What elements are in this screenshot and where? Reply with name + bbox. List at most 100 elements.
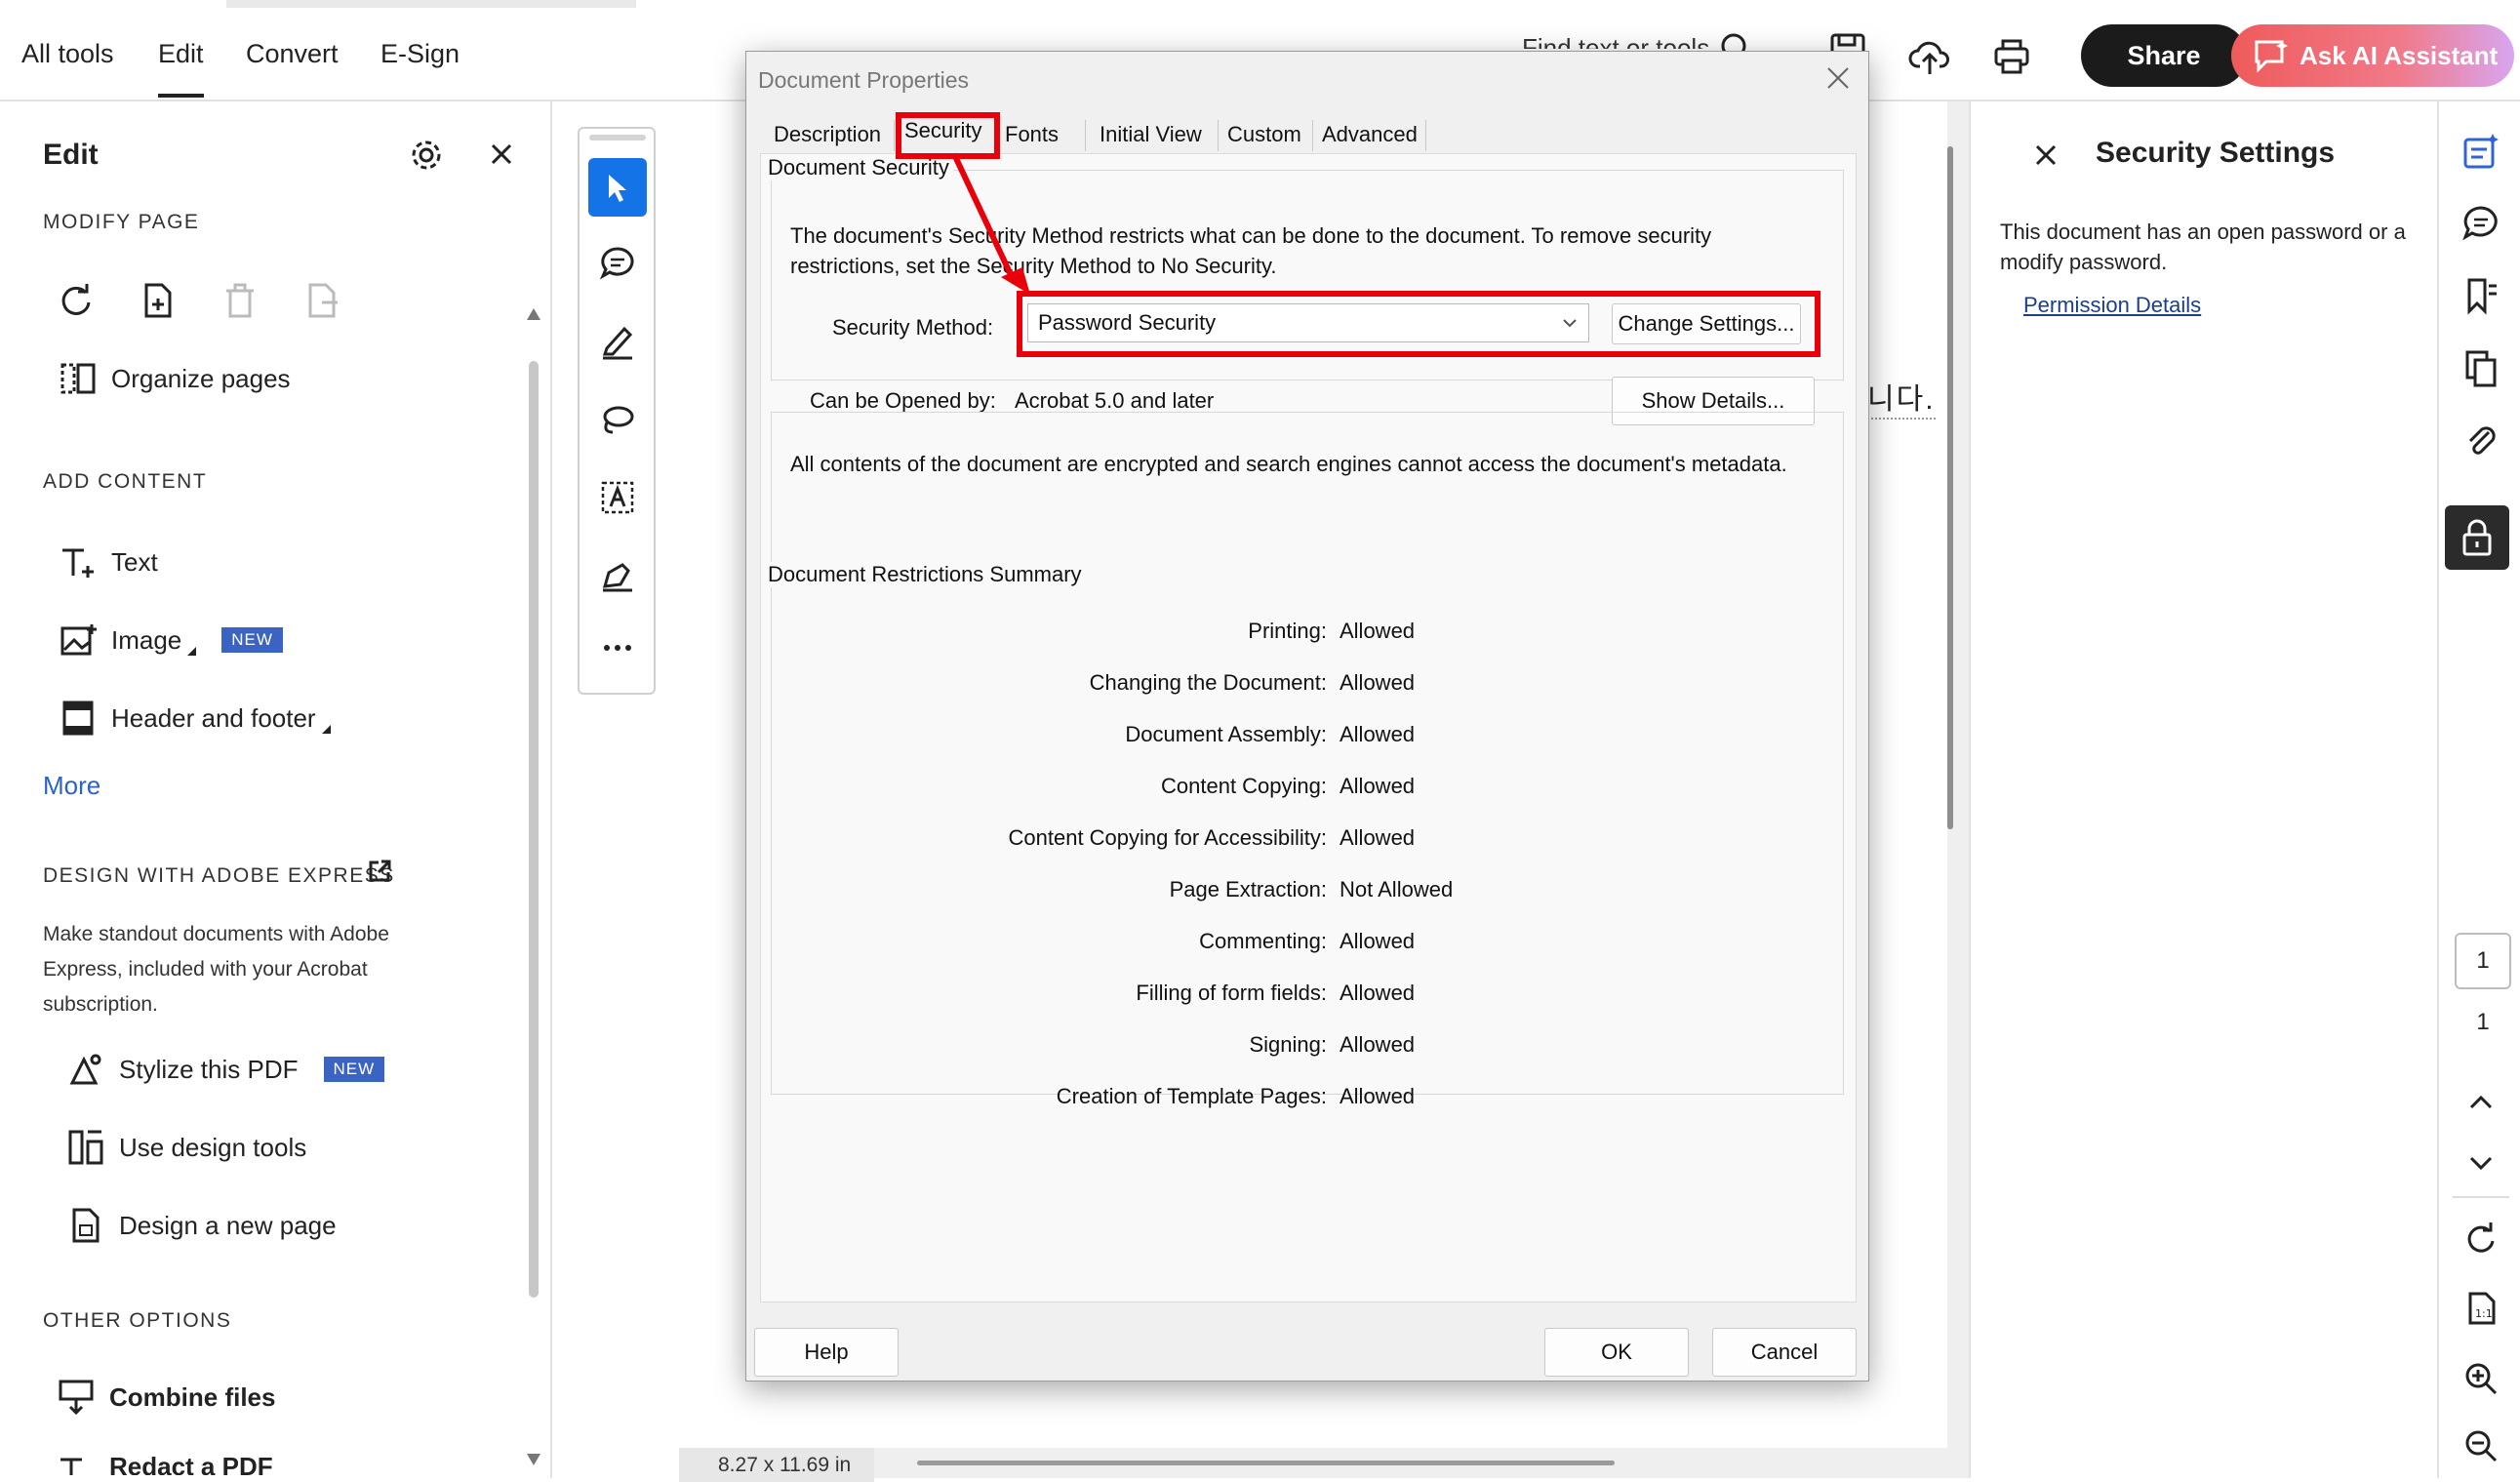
restriction-label: Content Copying for Accessibility:: [1008, 825, 1328, 850]
bookmarks-button[interactable]: [2457, 271, 2505, 320]
restriction-label: Creation of Template Pages:: [1056, 1084, 1327, 1108]
tab-separator: [1312, 120, 1313, 151]
document-text: 니다.: [1867, 375, 1936, 420]
stylize-pdf-item[interactable]: Stylize this PDF NEW: [66, 1050, 385, 1089]
delete-icon[interactable]: [220, 281, 260, 320]
combine-files-label: Combine files: [109, 1382, 276, 1412]
zoom-in-button[interactable]: [2457, 1354, 2505, 1403]
panel-scrollbar[interactable]: [527, 258, 540, 1409]
restriction-value: Allowed: [1340, 825, 1416, 850]
ok-button[interactable]: OK: [1544, 1328, 1689, 1377]
paperclip-icon: [2468, 426, 2496, 455]
add-text-item[interactable]: Text: [59, 542, 158, 581]
close-icon[interactable]: [1823, 63, 1853, 93]
add-image-item[interactable]: Image NEW: [59, 621, 283, 660]
previous-page-button[interactable]: [2457, 1077, 2505, 1126]
share-button[interactable]: Share: [2081, 24, 2247, 87]
submenu-indicator: [321, 724, 331, 734]
draw-tool-button[interactable]: [588, 390, 647, 449]
design-new-page-item[interactable]: Design a new page: [66, 1206, 337, 1245]
help-button[interactable]: Help: [754, 1328, 899, 1377]
print-icon[interactable]: [1990, 35, 2033, 78]
permission-details-link[interactable]: Permission Details: [2023, 293, 2201, 318]
close-icon[interactable]: [488, 140, 515, 168]
document-properties-dialog: Document Properties Description Security…: [745, 51, 1869, 1382]
select-tool-button[interactable]: [588, 158, 647, 217]
header-footer-icon: [59, 699, 98, 738]
redact-pdf-item[interactable]: Redact a PDF: [57, 1452, 273, 1475]
upload-cloud-icon[interactable]: [1908, 35, 1951, 78]
search-icon[interactable]: [1717, 29, 1760, 53]
tab-edit[interactable]: Edit: [158, 39, 204, 98]
tab-separator: [1218, 120, 1219, 151]
zoom-out-button[interactable]: [2457, 1424, 2505, 1467]
new-page-label: Design a new page: [119, 1210, 337, 1240]
stylize-icon: [66, 1050, 105, 1089]
insert-page-icon[interactable]: [139, 281, 178, 320]
restriction-label: Changing the Document:: [1089, 670, 1327, 695]
tab-all-tools[interactable]: All tools: [21, 39, 114, 69]
highlight-tool-button[interactable]: [588, 312, 647, 371]
comment-tool-button[interactable]: [588, 234, 647, 293]
security-settings-button[interactable]: [2445, 505, 2509, 570]
scroll-thumb[interactable]: [529, 361, 539, 1298]
restriction-label: Document Assembly:: [1125, 722, 1327, 746]
design-tools-label: Use design tools: [119, 1132, 307, 1162]
search-input[interactable]: Find text or tools: [1522, 33, 1709, 49]
rotate-view-button[interactable]: [2457, 1214, 2505, 1262]
add-text-icon: [59, 542, 98, 581]
use-design-tools-item[interactable]: Use design tools: [66, 1128, 306, 1167]
next-page-button[interactable]: [2457, 1140, 2505, 1188]
restriction-label: Printing:: [1248, 619, 1327, 643]
drag-handle[interactable]: [589, 135, 646, 140]
page-number-input[interactable]: 1: [2455, 933, 2511, 989]
ask-ai-assistant-button[interactable]: Ask AI Assistant: [2231, 24, 2514, 87]
organize-pages-label: Organize pages: [111, 363, 291, 393]
security-panel-text: This document has an open password or a …: [2000, 220, 2406, 274]
chevron-up-icon: [2469, 1095, 2493, 1109]
security-method-label: Security Method:: [832, 315, 994, 340]
scroll-up-arrow[interactable]: [527, 308, 540, 320]
tab-advanced[interactable]: Advanced: [1322, 122, 1418, 147]
bookmark-icon: [2467, 278, 2497, 315]
comments-button[interactable]: [2457, 199, 2505, 248]
scroll-down-arrow[interactable]: [527, 1454, 540, 1465]
document-horizontal-scrollbar[interactable]: [917, 1461, 1615, 1465]
new-page-icon: [66, 1206, 105, 1245]
tab-custom[interactable]: Custom: [1227, 122, 1301, 147]
fit-page-button[interactable]: 1:1: [2457, 1284, 2505, 1333]
stylize-label: Stylize this PDF: [119, 1054, 299, 1084]
sign-tool-button[interactable]: [588, 546, 647, 605]
page-size-label: 8.27 x 11.69 in: [679, 1448, 874, 1482]
gear-icon[interactable]: [408, 137, 445, 174]
more-link[interactable]: More: [43, 771, 100, 801]
signature-icon: [602, 563, 632, 592]
restriction-value: Not Allowed: [1340, 877, 1454, 901]
dialog-title: Document Properties: [758, 67, 970, 93]
page-thumbnails-button[interactable]: [2457, 343, 2505, 392]
close-icon[interactable]: [2033, 142, 2059, 168]
header-footer-item[interactable]: Header and footer: [59, 699, 331, 738]
cancel-button[interactable]: Cancel: [1712, 1328, 1857, 1377]
window-strip: [0, 0, 2520, 8]
tab-initial-view[interactable]: Initial View: [1100, 122, 1202, 147]
rotate-icon[interactable]: [57, 281, 96, 320]
combine-files-item[interactable]: Combine files: [57, 1378, 275, 1417]
external-link-icon[interactable]: [367, 859, 392, 884]
extract-page-icon[interactable]: [302, 281, 341, 320]
tab-fonts[interactable]: Fonts: [1005, 122, 1059, 147]
pen-icon: [602, 326, 633, 360]
rotate-icon: [2467, 1222, 2495, 1253]
organize-pages-item[interactable]: Organize pages: [59, 359, 291, 398]
document-vertical-scrollbar[interactable]: [1947, 146, 1953, 829]
ai-summary-button[interactable]: [2457, 127, 2505, 176]
more-tools-button[interactable]: [588, 619, 647, 677]
add-image-label: Image: [111, 624, 182, 655]
submenu-indicator: [187, 646, 197, 656]
tab-e-sign[interactable]: E-Sign: [380, 39, 460, 69]
tab-convert[interactable]: Convert: [246, 39, 339, 69]
tab-description[interactable]: Description: [774, 122, 881, 147]
attachments-button[interactable]: [2457, 416, 2505, 464]
restriction-value: Allowed: [1340, 619, 1416, 643]
text-box-tool-button[interactable]: [588, 468, 647, 527]
